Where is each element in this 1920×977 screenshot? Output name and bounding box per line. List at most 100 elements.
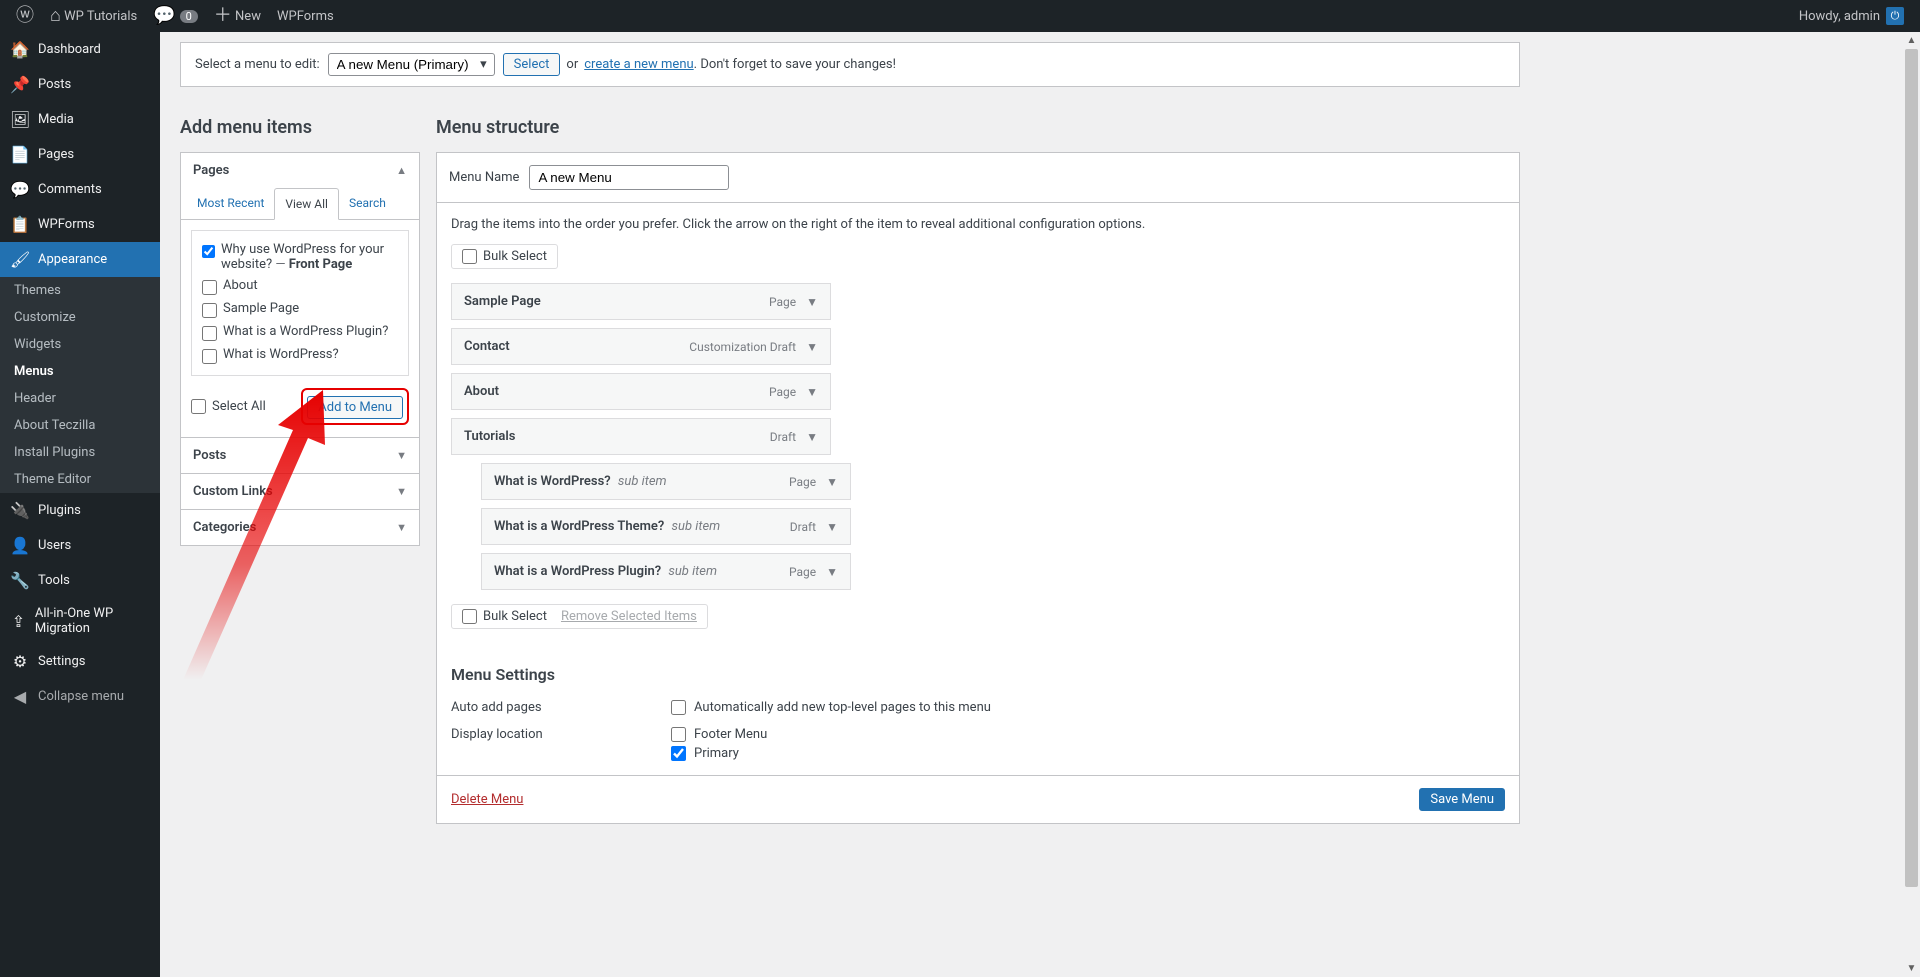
page-item-label: Why use WordPress for your website? — Fr… [221, 242, 398, 272]
menu-item[interactable]: What is WordPress? sub itemPage▼ [481, 463, 851, 500]
menu-icon: 🔧 [10, 571, 30, 590]
sidebar-subitem-header[interactable]: Header [0, 385, 160, 412]
comments-link[interactable]: 💬0 [145, 0, 206, 32]
page-item-checkbox[interactable] [202, 280, 217, 295]
menu-item[interactable]: Sample PagePage▼ [451, 283, 831, 320]
sidebar-item-posts[interactable]: 📌Posts [0, 67, 160, 102]
sidebar-subitem-install-plugins[interactable]: Install Plugins [0, 439, 160, 466]
sidebar-subitem-theme-editor[interactable]: Theme Editor [0, 466, 160, 493]
auto-add-option[interactable]: Automatically add new top-level pages to… [671, 700, 991, 715]
sidebar-subitem-about-teczilla[interactable]: About Teczilla [0, 412, 160, 439]
chevron-down-icon: ▼ [396, 521, 407, 534]
chevron-down-icon[interactable]: ▼ [826, 520, 838, 534]
chevron-down-icon[interactable]: ▼ [806, 295, 818, 309]
select-all-checkbox[interactable] [191, 399, 206, 414]
accordion-posts: Posts ▼ [181, 438, 419, 474]
tab-view-all[interactable]: View All [274, 188, 339, 220]
menu-icon: 🖌 [10, 250, 30, 269]
location-primary-checkbox[interactable] [671, 746, 686, 761]
tab-search[interactable]: Search [339, 188, 396, 219]
page-item-checkbox[interactable] [202, 349, 217, 364]
chevron-down-icon[interactable]: ▼ [806, 430, 818, 444]
sidebar-item-tools[interactable]: 🔧Tools [0, 563, 160, 598]
sidebar-item-comments[interactable]: 💬Comments [0, 172, 160, 207]
sidebar-item-pages[interactable]: 📄Pages [0, 137, 160, 172]
menu-icon: 🏠 [10, 40, 30, 59]
sidebar-item-plugins[interactable]: 🔌Plugins [0, 493, 160, 528]
chevron-down-icon[interactable]: ▼ [806, 340, 818, 354]
comments-count: 0 [180, 10, 198, 23]
scroll-thumb[interactable] [1905, 49, 1918, 887]
accordion-posts-label: Posts [193, 448, 226, 463]
location-footer[interactable]: Footer Menu [671, 727, 767, 742]
sidebar-item-wpforms[interactable]: 📋WPForms [0, 207, 160, 242]
accordion-posts-toggle[interactable]: Posts ▼ [181, 438, 419, 473]
menu-item-title: Contact [464, 339, 510, 354]
sidebar-subitem-customize[interactable]: Customize [0, 304, 160, 331]
sidebar-item-appearance[interactable]: 🖌Appearance [0, 242, 160, 277]
menu-label: Pages [38, 147, 74, 162]
page-item-checkbox[interactable] [202, 326, 217, 341]
add-menu-items-title: Add menu items [180, 117, 420, 138]
site-name-link[interactable]: ⌂ WP Tutorials [42, 0, 145, 32]
auto-add-checkbox[interactable] [671, 700, 686, 715]
page-item[interactable]: Sample Page [202, 298, 398, 321]
add-to-menu-button[interactable]: Add to Menu [307, 396, 403, 419]
new-link[interactable]: ＋ New [206, 0, 269, 32]
bulk-select-checkbox-top[interactable] [462, 249, 477, 264]
delete-menu-link[interactable]: Delete Menu [451, 792, 523, 807]
sidebar-item-all-in-one-wp-migration[interactable]: ⇪All-in-One WP Migration [0, 598, 160, 644]
sidebar-item-settings[interactable]: ⚙Settings [0, 644, 160, 679]
menu-item[interactable]: Contact Customization Draft ▼ [451, 328, 831, 365]
menu-item[interactable]: What is a WordPress Theme? sub itemDraft… [481, 508, 851, 545]
wpforms-link[interactable]: WPForms [269, 0, 342, 32]
menu-item[interactable]: What is a WordPress Plugin? sub itemPage… [481, 553, 851, 590]
accordion-custom-links-toggle[interactable]: Custom Links ▼ [181, 474, 419, 509]
page-scrollbar[interactable]: ▲ ▼ [1903, 32, 1920, 977]
menu-item[interactable]: AboutPage▼ [451, 373, 831, 410]
sidebar-item-dashboard[interactable]: 🏠Dashboard [0, 32, 160, 67]
select-menu-button[interactable]: Select [503, 53, 561, 76]
my-account[interactable]: Howdy, admin⏻ [1791, 0, 1912, 32]
menu-name-input[interactable] [529, 165, 729, 190]
menu-item[interactable]: TutorialsDraft▼ [451, 418, 831, 455]
menu-item-sublabel: sub item [672, 519, 721, 534]
wp-logo[interactable]: ⓦ [8, 0, 42, 32]
page-item[interactable]: What is a WordPress Plugin? [202, 321, 398, 344]
sidebar-subitem-widgets[interactable]: Widgets [0, 331, 160, 358]
page-item-checkbox[interactable] [202, 303, 217, 318]
page-item-checkbox[interactable] [202, 244, 215, 259]
page-item[interactable]: What is WordPress? [202, 344, 398, 367]
menu-settings-title: Menu Settings [451, 665, 1505, 684]
location-primary[interactable]: Primary [671, 746, 767, 761]
page-item[interactable]: About [202, 275, 398, 298]
menu-item-type: Customization Draft [689, 340, 796, 354]
remove-selected-link[interactable]: Remove Selected Items [561, 609, 697, 624]
sidebar-subitem-themes[interactable]: Themes [0, 277, 160, 304]
menu-icon: ⇪ [10, 612, 27, 631]
accordion-categories-toggle[interactable]: Categories ▼ [181, 510, 419, 545]
wordpress-icon: ⓦ [16, 7, 34, 25]
page-item[interactable]: Why use WordPress for your website? — Fr… [202, 239, 398, 275]
sidebar-subitem-menus[interactable]: Menus [0, 358, 160, 385]
scroll-track[interactable] [1903, 49, 1920, 960]
wpforms-label: WPForms [277, 9, 334, 24]
collapse-menu[interactable]: ◀Collapse menu [0, 679, 160, 714]
sidebar-item-users[interactable]: 👤Users [0, 528, 160, 563]
bulk-select-checkbox-bottom[interactable] [462, 609, 477, 624]
location-footer-checkbox[interactable] [671, 727, 686, 742]
menu-item-sublabel: sub item [668, 564, 717, 579]
create-menu-link[interactable]: create a new menu [584, 57, 693, 72]
tab-most-recent[interactable]: Most Recent [187, 188, 274, 219]
accordion-pages-toggle[interactable]: Pages ▲ [181, 153, 419, 188]
chevron-down-icon[interactable]: ▼ [806, 385, 818, 399]
sidebar-item-media[interactable]: 🖼Media [0, 102, 160, 137]
scroll-up-arrow[interactable]: ▲ [1903, 32, 1920, 49]
scroll-down-arrow[interactable]: ▼ [1903, 960, 1920, 977]
save-menu-button[interactable]: Save Menu [1419, 788, 1505, 811]
select-all-label[interactable]: Select All [191, 399, 266, 414]
menu-select-dropdown[interactable]: A new Menu (Primary) [328, 53, 495, 76]
chevron-down-icon[interactable]: ▼ [826, 475, 838, 489]
chevron-down-icon: ▼ [396, 485, 407, 498]
chevron-down-icon[interactable]: ▼ [826, 565, 838, 579]
